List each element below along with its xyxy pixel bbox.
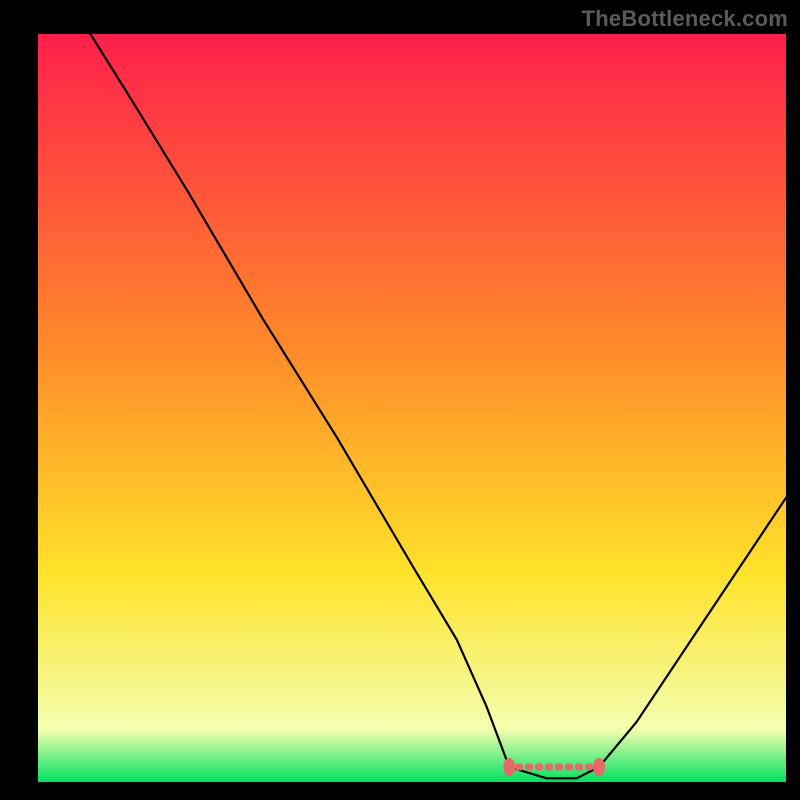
chart-frame: TheBottleneck.com [0, 0, 800, 800]
bottleneck-chart [0, 0, 800, 800]
plot-background [38, 34, 786, 782]
watermark-text: TheBottleneck.com [582, 6, 788, 32]
